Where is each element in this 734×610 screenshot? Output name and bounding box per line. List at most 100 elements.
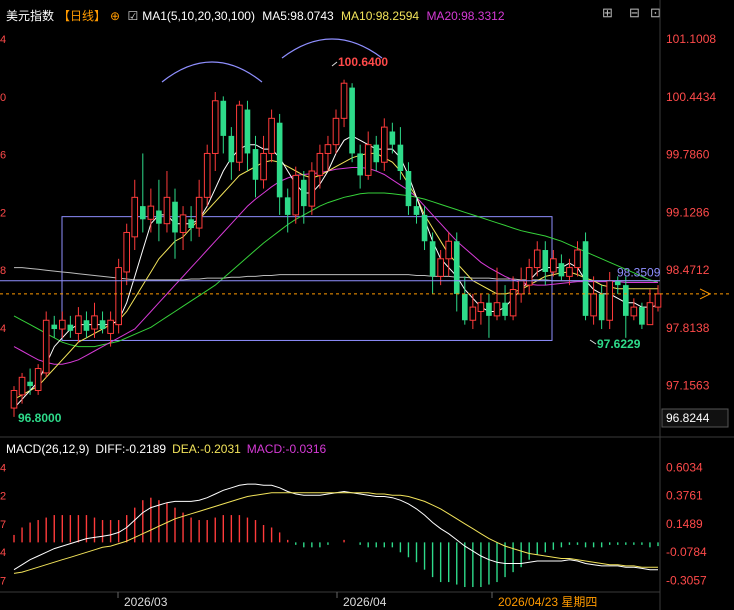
candle-body-up xyxy=(550,258,557,273)
candle-body-up xyxy=(308,170,316,207)
candle-body-up xyxy=(445,240,453,260)
candle-body-up xyxy=(75,315,82,334)
candle-body-up xyxy=(525,267,533,286)
candle-body-down xyxy=(542,250,549,272)
candle-body-up xyxy=(18,376,26,396)
candle-body-up xyxy=(566,267,573,277)
macd-axis-tick: -0.3057 xyxy=(666,573,707,587)
price-axis-tick: 99.7860 xyxy=(666,148,710,162)
candle-body-down xyxy=(51,324,58,330)
candle-body-up xyxy=(236,104,243,163)
macd-left-tick: 2 xyxy=(0,491,6,503)
candle-body-down xyxy=(405,171,412,207)
candle-body-down xyxy=(429,241,436,277)
candle-body-down xyxy=(67,324,74,331)
candle-body-up xyxy=(316,152,324,176)
candle-body-down xyxy=(397,144,404,172)
candle-body-up xyxy=(437,258,444,277)
high-pointer xyxy=(331,61,338,67)
candle-body-down xyxy=(172,201,178,233)
candle-body-down xyxy=(228,135,235,163)
candle-body-up xyxy=(630,306,638,317)
candle-body-up xyxy=(654,293,662,308)
candle-body-down xyxy=(486,302,492,316)
candle-body-down xyxy=(252,149,259,180)
candle-body-down xyxy=(582,241,589,316)
candle-body-up xyxy=(332,117,340,146)
candle-body-down xyxy=(461,293,468,321)
price-axis-tick: 99.1286 xyxy=(666,205,710,219)
candle-body-up xyxy=(268,117,275,154)
left-axis-tick: 8 xyxy=(0,265,6,277)
candle-body-down xyxy=(139,206,146,220)
candle-body-up xyxy=(58,319,66,330)
candle-body-up xyxy=(42,319,50,374)
macd-left-tick: 4 xyxy=(0,463,6,475)
candle-body-down xyxy=(349,87,355,154)
candle-body-down xyxy=(284,197,291,215)
candle-body-up xyxy=(115,267,122,326)
candle-body-up xyxy=(340,82,348,119)
left-shoulder-arc xyxy=(161,61,263,83)
left-axis-tick: 2 xyxy=(0,207,6,219)
candle-body-up xyxy=(163,196,171,225)
candle-body-up xyxy=(203,152,211,198)
candle-body-up xyxy=(211,100,219,154)
low-pointer xyxy=(589,339,597,345)
candle-body-down xyxy=(453,241,460,294)
price-axis-tick: 97.8138 xyxy=(666,321,710,335)
candle-body-up xyxy=(195,196,203,229)
candle-body-up xyxy=(646,302,654,326)
candle-body-up xyxy=(179,214,187,233)
candle-body-down xyxy=(357,153,363,176)
candle-body-down xyxy=(27,381,33,387)
candle-body-up xyxy=(533,249,541,269)
macd-axis-tick: 0.6034 xyxy=(666,461,703,475)
candle-body-up xyxy=(469,306,477,321)
left-axis-tick: 4 xyxy=(0,323,6,335)
low-annotation-recent: 97.6229 xyxy=(597,337,641,351)
candle-body-down xyxy=(276,122,283,198)
candle-body-up xyxy=(91,315,98,330)
candle-body-down xyxy=(300,179,307,207)
candle-body-up xyxy=(260,152,267,181)
candle-body-down xyxy=(220,100,227,136)
time-axis-label: 2026/04 xyxy=(343,595,387,609)
candle-body-down xyxy=(421,214,428,242)
candle-body-down xyxy=(99,320,106,330)
candle-body-down xyxy=(156,210,162,224)
candle-body-up xyxy=(34,368,42,391)
price-axis-tick: 97.1563 xyxy=(666,379,710,393)
macd-left-tick: 7 xyxy=(0,519,6,531)
candle-body-down xyxy=(244,109,251,154)
left-axis-tick: 0 xyxy=(0,92,6,104)
time-axis-label: 2026/03 xyxy=(124,595,168,609)
price-axis-tick: 98.4712 xyxy=(666,263,710,277)
candle-body-up xyxy=(493,302,501,317)
candle-body-up xyxy=(292,174,300,216)
candle-body-down xyxy=(188,219,194,229)
left-axis-tick: 6 xyxy=(0,150,6,162)
candle-body-up xyxy=(147,205,155,220)
high-annotation: 100.6400 xyxy=(338,55,388,69)
left-axis-tick: 4 xyxy=(0,34,6,46)
candle-body-up xyxy=(123,231,131,273)
price-chart-canvas[interactable]: 101.1008 100.4434 99.7860 99.1286 98.4712 97.… xyxy=(0,0,734,610)
macd-axis-tick: 0.1489 xyxy=(666,517,703,531)
candle-body-down xyxy=(622,285,629,316)
macd-left-tick: 4 xyxy=(0,547,6,559)
candle-body-down xyxy=(373,144,380,163)
price-axis-tick: 100.4434 xyxy=(666,90,716,104)
candle-body-down xyxy=(614,280,621,286)
candle-body-down xyxy=(558,263,565,277)
time-axis-label: 2026/04/23 星期四 xyxy=(498,595,597,609)
candle-body-up xyxy=(380,126,388,163)
candle-body-up xyxy=(107,319,114,334)
candle-body-down xyxy=(413,206,420,215)
candle-body-up xyxy=(606,280,614,321)
candle-body-up xyxy=(324,144,332,154)
candle-body-down xyxy=(83,320,90,331)
low-annotation-start: 96.8000 xyxy=(18,411,62,425)
candle-body-up xyxy=(574,249,581,269)
price-axis-tick: 101.1008 xyxy=(666,32,716,46)
